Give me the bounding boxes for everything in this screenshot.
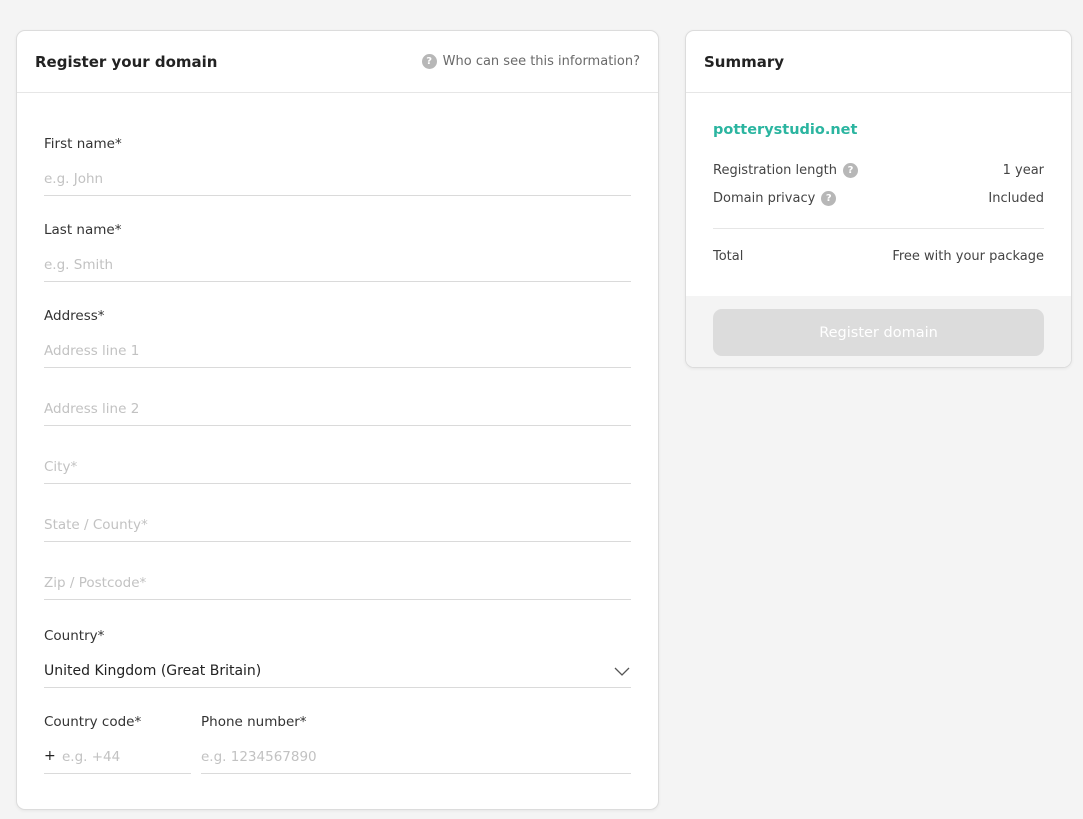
summary-divider xyxy=(713,228,1044,229)
country-code-label: Country code* xyxy=(44,714,142,730)
address-line1-field[interactable] xyxy=(44,334,631,368)
privacy-help-label: Who can see this information? xyxy=(442,54,640,69)
country-select[interactable]: United Kingdom (Great Britain) xyxy=(44,654,631,688)
domain-privacy-label: Domain privacy xyxy=(713,191,816,206)
chevron-down-icon xyxy=(614,667,630,676)
last-name-label: Last name* xyxy=(44,222,122,238)
privacy-help-link[interactable]: ? Who can see this information? xyxy=(421,54,640,69)
country-selected-value: United Kingdom (Great Britain) xyxy=(44,662,262,679)
registration-length-row: Registration length ? 1 year xyxy=(713,163,1044,178)
city-field[interactable] xyxy=(44,450,631,484)
register-domain-card: Register your domain ? Who can see this … xyxy=(16,30,659,810)
form-title: Register your domain xyxy=(35,52,218,71)
phone-number-field[interactable] xyxy=(201,740,631,774)
summary-card: Summary potterystudio.net Registration l… xyxy=(685,30,1072,368)
total-value: Free with your package xyxy=(892,249,1044,264)
summary-title: Summary xyxy=(704,52,785,71)
first-name-label: First name* xyxy=(44,136,122,152)
first-name-field[interactable] xyxy=(44,162,631,196)
summary-header: Summary xyxy=(686,31,1071,93)
last-name-field[interactable] xyxy=(44,248,631,282)
register-domain-button[interactable]: Register domain xyxy=(713,309,1044,356)
address-line2-field[interactable] xyxy=(44,392,631,426)
registration-length-label: Registration length xyxy=(713,163,837,178)
address-label: Address* xyxy=(44,308,105,324)
phone-number-label: Phone number* xyxy=(201,714,307,730)
question-circle-icon: ? xyxy=(421,54,437,69)
domain-privacy-value: Included xyxy=(988,191,1044,206)
country-code-field[interactable] xyxy=(44,740,191,774)
country-label: Country* xyxy=(44,628,105,644)
domain-privacy-row: Domain privacy ? Included xyxy=(713,191,1044,206)
question-circle-icon[interactable]: ? xyxy=(842,163,858,178)
zip-postcode-field[interactable] xyxy=(44,566,631,600)
registration-length-value: 1 year xyxy=(1002,163,1044,178)
total-row: Total Free with your package xyxy=(713,249,1044,264)
question-circle-icon[interactable]: ? xyxy=(821,191,837,206)
total-label: Total xyxy=(713,249,744,264)
domain-name: potterystudio.net xyxy=(713,122,858,138)
state-county-field[interactable] xyxy=(44,508,631,542)
form-header: Register your domain ? Who can see this … xyxy=(17,31,658,93)
